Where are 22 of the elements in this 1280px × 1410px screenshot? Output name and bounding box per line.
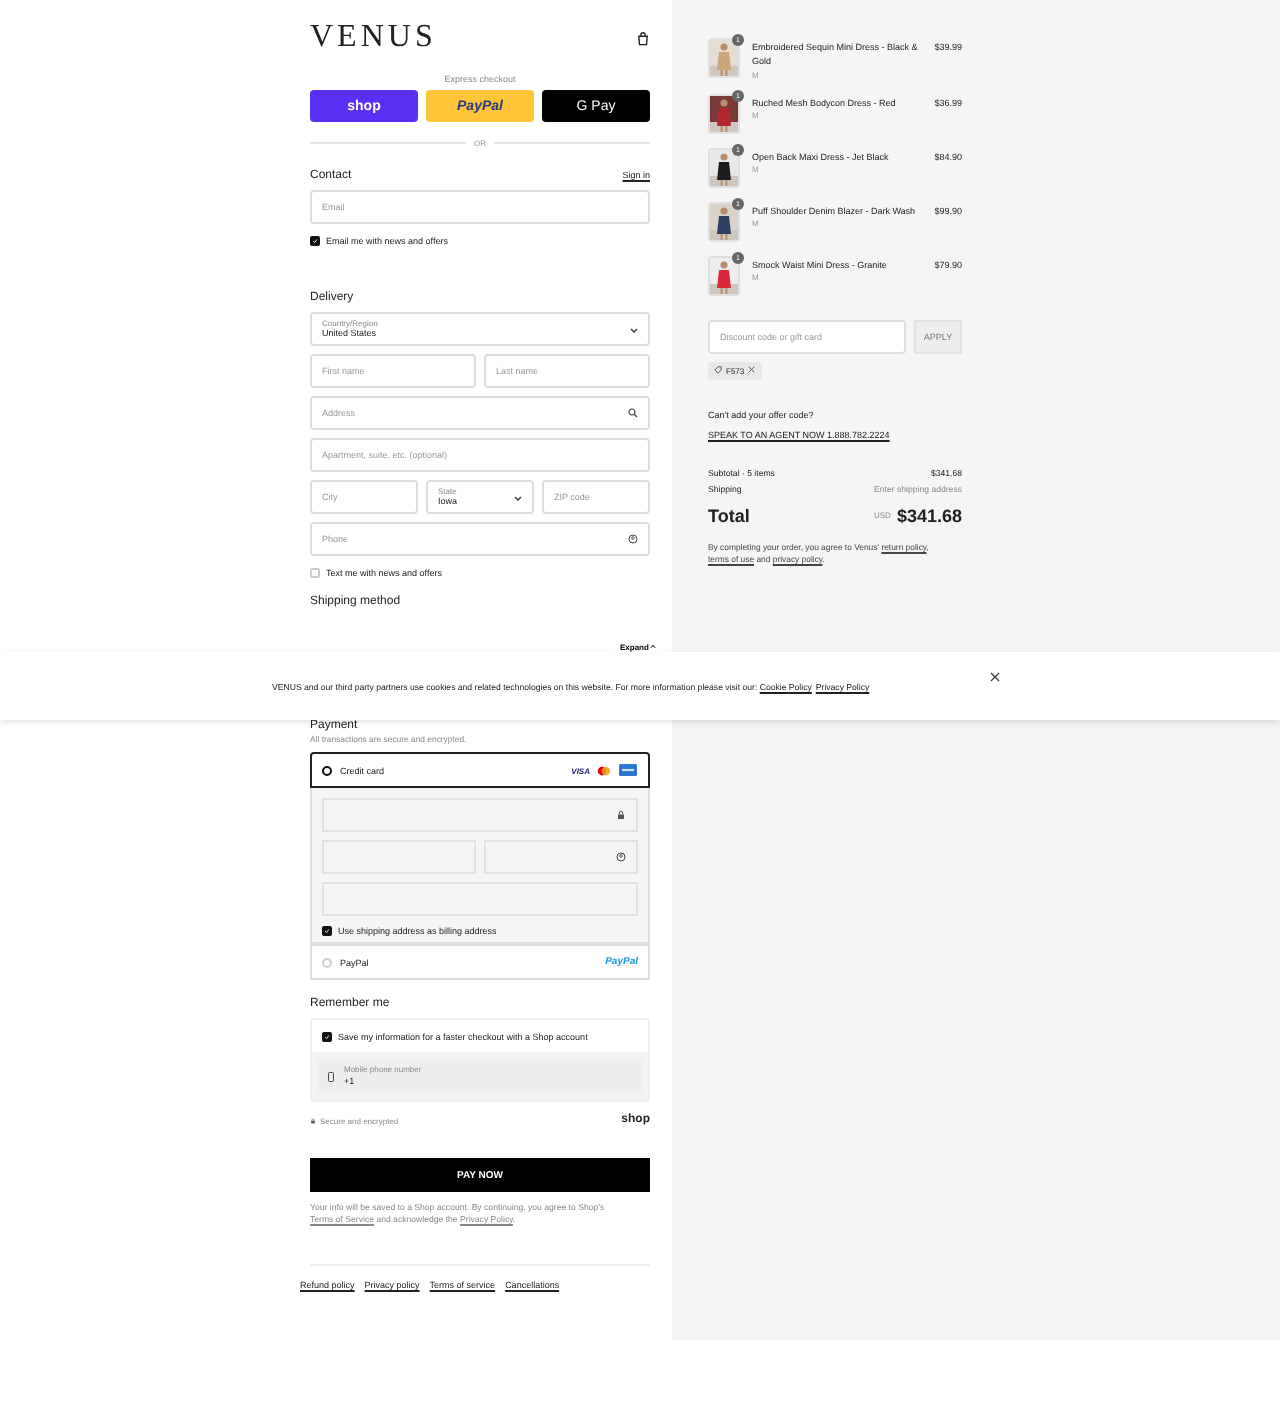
help-icon[interactable] [628, 534, 638, 544]
chevron-down-icon [514, 493, 522, 501]
card-number-field[interactable] [322, 798, 638, 832]
close-icon[interactable] [990, 671, 1000, 681]
brand-logo[interactable]: VENUS [310, 20, 437, 56]
checkbox[interactable] [310, 236, 320, 246]
checkbox[interactable] [322, 1031, 332, 1041]
close-icon[interactable] [748, 366, 756, 374]
phone-icon [328, 1071, 334, 1081]
shopping-bag-icon[interactable] [636, 31, 650, 45]
total-amount: $341.68 [896, 505, 962, 525]
security-code-field[interactable] [484, 840, 638, 874]
total-label: Total [708, 505, 750, 525]
lock-icon [616, 810, 626, 820]
chevron-down-icon [630, 325, 638, 333]
search-icon [628, 408, 638, 418]
tag-icon [714, 366, 722, 374]
radio-button[interactable] [322, 765, 332, 775]
checkbox[interactable] [322, 926, 332, 936]
caret-up-icon [650, 644, 657, 650]
lock-icon [310, 1117, 316, 1123]
help-icon[interactable] [616, 852, 626, 862]
